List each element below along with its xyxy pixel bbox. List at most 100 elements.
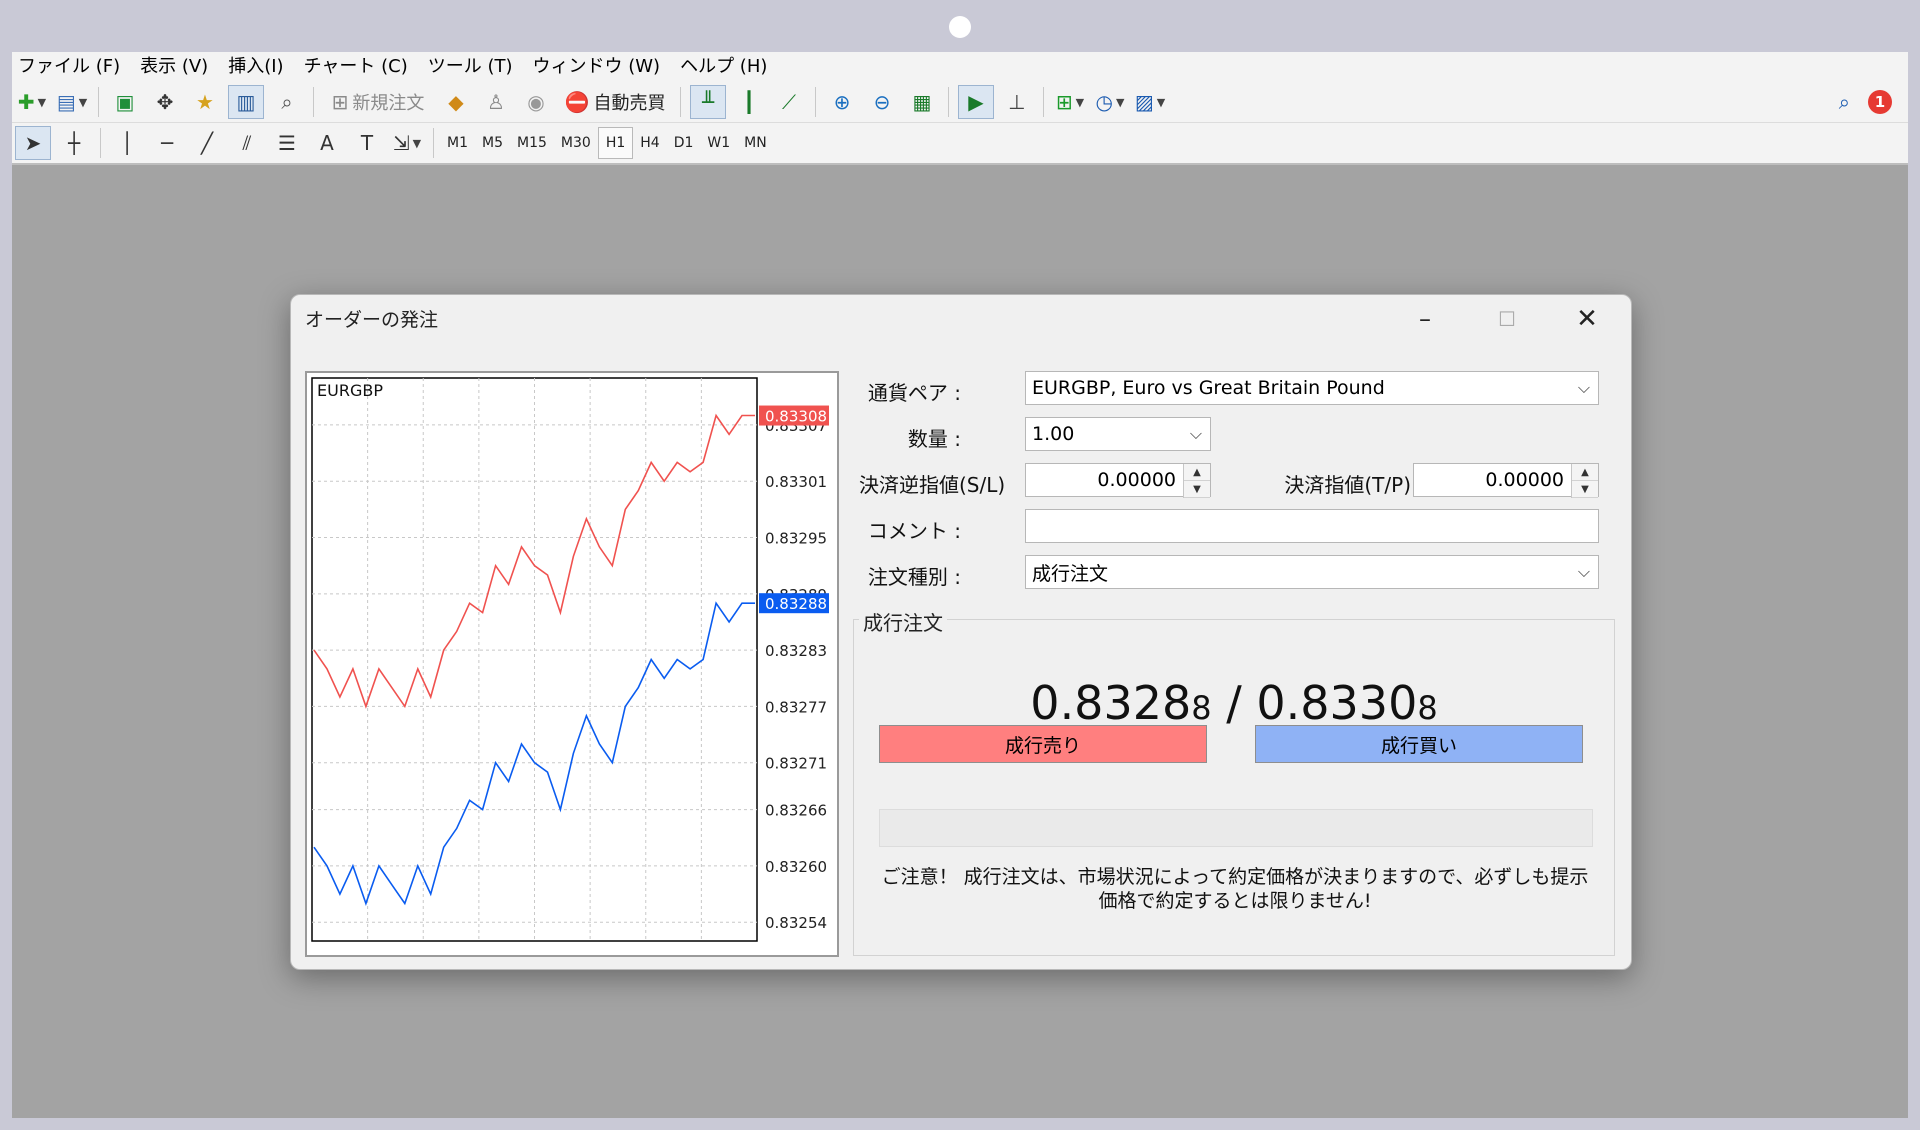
- price-display: 0.83288 / 0.83308: [854, 676, 1614, 730]
- toolbar-separator: [948, 87, 949, 117]
- sell-button[interactable]: 成行売り: [879, 725, 1207, 763]
- arrows-button[interactable]: ⇲ ▼: [390, 127, 424, 159]
- channel-icon[interactable]: ⫽: [230, 127, 264, 159]
- line-chart-icon[interactable]: ⟋: [772, 86, 806, 118]
- timeframe-w1[interactable]: W1: [700, 128, 737, 158]
- menu-item[interactable]: 表示 (V): [134, 52, 222, 82]
- menu-item[interactable]: ツール (T): [422, 52, 527, 82]
- new-order-button[interactable]: ⊞ 新規注文: [323, 86, 433, 118]
- price-chart: 0.833070.833010.832950.832890.832830.832…: [305, 371, 839, 957]
- auto-scroll-icon[interactable]: ▶: [958, 85, 994, 119]
- horizontal-line-icon[interactable]: ─: [150, 127, 184, 159]
- timeframe-group: M1 M5 M15 M30 H1 H4 D1 W1 MN: [440, 127, 774, 159]
- vertical-line-icon[interactable]: │: [110, 127, 144, 159]
- timeframe-m1[interactable]: M1: [440, 128, 475, 158]
- comment-label: コメント :: [867, 519, 961, 543]
- auto-trading-button[interactable]: ⛔ 自動売買: [559, 86, 671, 118]
- notification-badge[interactable]: 1: [1868, 90, 1892, 114]
- timeframe-m15[interactable]: M15: [510, 128, 554, 158]
- close-icon[interactable]: ✕: [1567, 301, 1607, 337]
- volume-select[interactable]: 1.00 ⌵: [1025, 417, 1211, 451]
- drawing-toolbar: ➤ ┼ │ ─ ╱ ⫽ ☰ A T ⇲ ▼ M1 M5 M15 M30 H1 H4 D1 W1 M…: [12, 123, 1908, 165]
- spin-up-icon[interactable]: ▲: [1572, 464, 1598, 481]
- broadcast-icon[interactable]: ◉: [519, 86, 553, 118]
- data-window-icon[interactable]: ✥: [148, 86, 182, 118]
- zoom-out-icon[interactable]: ⊖: [865, 86, 899, 118]
- timeframe-h1[interactable]: H1: [597, 127, 634, 159]
- timeframe-mn[interactable]: MN: [737, 128, 774, 158]
- tp-label: 決済指値(T/P): [1284, 473, 1411, 497]
- toolbar-separator: [815, 87, 816, 117]
- comment-input[interactable]: [1025, 509, 1599, 543]
- text-label-icon[interactable]: T: [350, 127, 384, 159]
- templates-button[interactable]: ▨ ▼: [1133, 86, 1167, 118]
- bar-chart-icon[interactable]: ╨: [690, 85, 726, 119]
- y-tick-label: 0.83277: [765, 698, 827, 716]
- timeframe-h4[interactable]: H4: [633, 128, 666, 158]
- notice-text: ご注意！ 成行注文は、市場状況によって約定価格が決まりますので、必ずしも提示 価…: [861, 865, 1609, 913]
- timeframe-m5[interactable]: M5: [475, 128, 510, 158]
- periods-button[interactable]: ◷ ▼: [1093, 86, 1127, 118]
- strategy-tester-icon[interactable]: ⌕: [270, 86, 304, 118]
- sl-label: 決済逆指値(S/L): [859, 473, 1006, 497]
- notice-line-1: ご注意！ 成行注文は、市場状況によって約定価格が決まりますので、必ずしも提示: [881, 866, 1589, 888]
- menu-item[interactable]: ウィンドウ (W): [527, 52, 675, 82]
- order-type-select[interactable]: 成行注文 ⌵: [1025, 555, 1599, 589]
- chevron-down-icon: ⌵: [1577, 562, 1591, 581]
- tp-input[interactable]: 0.00000 ▲ ▼: [1413, 463, 1599, 498]
- ask-price: 0.8330: [1256, 676, 1418, 730]
- symbol-label: 通貨ペア :: [867, 381, 961, 405]
- signals-icon[interactable]: ♙: [479, 86, 513, 118]
- timeframe-m30[interactable]: M30: [554, 128, 598, 158]
- progress-bar: [879, 809, 1593, 847]
- symbol-select[interactable]: EURGBP, Euro vs Great Britain Pound ⌵: [1025, 371, 1599, 405]
- timeframe-d1[interactable]: D1: [667, 128, 701, 158]
- order-type-value: 成行注文: [1032, 562, 1109, 585]
- search-icon[interactable]: ⌕: [1839, 90, 1850, 114]
- trendline-icon[interactable]: ╱: [190, 127, 224, 159]
- menu-bar: ファイル (F) 表示 (V) 挿入(I) チャート (C) ツール (T) ウィンドウ …: [12, 52, 1908, 82]
- fibonacci-icon[interactable]: ☰: [270, 127, 304, 159]
- indicators-button[interactable]: ⊞ ▼: [1053, 86, 1087, 118]
- menu-item[interactable]: 挿入(I): [222, 52, 297, 82]
- bid-price-label: 0.83288: [765, 595, 827, 613]
- toolbar-separator: [313, 87, 314, 117]
- chart-title: EURGBP: [317, 381, 383, 400]
- tp-spinner[interactable]: ▲ ▼: [1571, 464, 1598, 498]
- spin-down-icon[interactable]: ▼: [1184, 481, 1210, 498]
- profiles-button[interactable]: ▤ ▼: [55, 86, 89, 118]
- sl-spinner[interactable]: ▲ ▼: [1183, 464, 1210, 498]
- y-tick-label: 0.83254: [765, 914, 827, 932]
- cursor-icon[interactable]: ➤: [15, 126, 51, 160]
- toolbar-separator: [433, 128, 434, 158]
- menu-item[interactable]: チャート (C): [298, 52, 422, 82]
- price-separator: /: [1211, 676, 1257, 730]
- new-chart-button[interactable]: ✚ ▼: [15, 86, 49, 118]
- menu-item[interactable]: ファイル (F): [12, 52, 134, 82]
- chevron-down-icon: ⌵: [1189, 424, 1203, 443]
- chart-shift-icon[interactable]: ⊥: [1000, 86, 1034, 118]
- candlestick-icon[interactable]: ┃: [732, 86, 766, 118]
- maximize-icon: ☐: [1498, 307, 1516, 331]
- zoom-in-icon[interactable]: ⊕: [825, 86, 859, 118]
- buy-button[interactable]: 成行買い: [1255, 725, 1583, 763]
- toolbar-separator: [680, 87, 681, 117]
- chart-svg: 0.833070.833010.832950.832890.832830.832…: [311, 377, 829, 942]
- toolbar-separator: [1043, 87, 1044, 117]
- menu-item[interactable]: ヘルプ (H): [674, 52, 781, 82]
- y-tick-label: 0.83283: [765, 642, 827, 660]
- spin-up-icon[interactable]: ▲: [1184, 464, 1210, 481]
- sl-input[interactable]: 0.00000 ▲ ▼: [1025, 463, 1211, 498]
- market-watch-icon[interactable]: ▣: [108, 86, 142, 118]
- text-icon[interactable]: A: [310, 127, 344, 159]
- standard-toolbar: ✚ ▼ ▤ ▼ ▣ ✥ ★ ▥ ⌕ ⊞ 新規注文 ◆ ♙ ◉ ⛔ 自動売買 ╨ ┃ ⟋ …: [12, 82, 1908, 123]
- camera-dot: [949, 16, 971, 38]
- spin-down-icon[interactable]: ▼: [1572, 481, 1598, 498]
- y-tick-label: 0.83266: [765, 802, 827, 820]
- terminal-icon[interactable]: ▥: [228, 85, 264, 119]
- minimize-icon[interactable]: –: [1405, 301, 1445, 337]
- metaeditor-icon[interactable]: ◆: [439, 86, 473, 118]
- navigator-icon[interactable]: ★: [188, 86, 222, 118]
- tile-windows-icon[interactable]: ▦: [905, 86, 939, 118]
- crosshair-icon[interactable]: ┼: [57, 127, 91, 159]
